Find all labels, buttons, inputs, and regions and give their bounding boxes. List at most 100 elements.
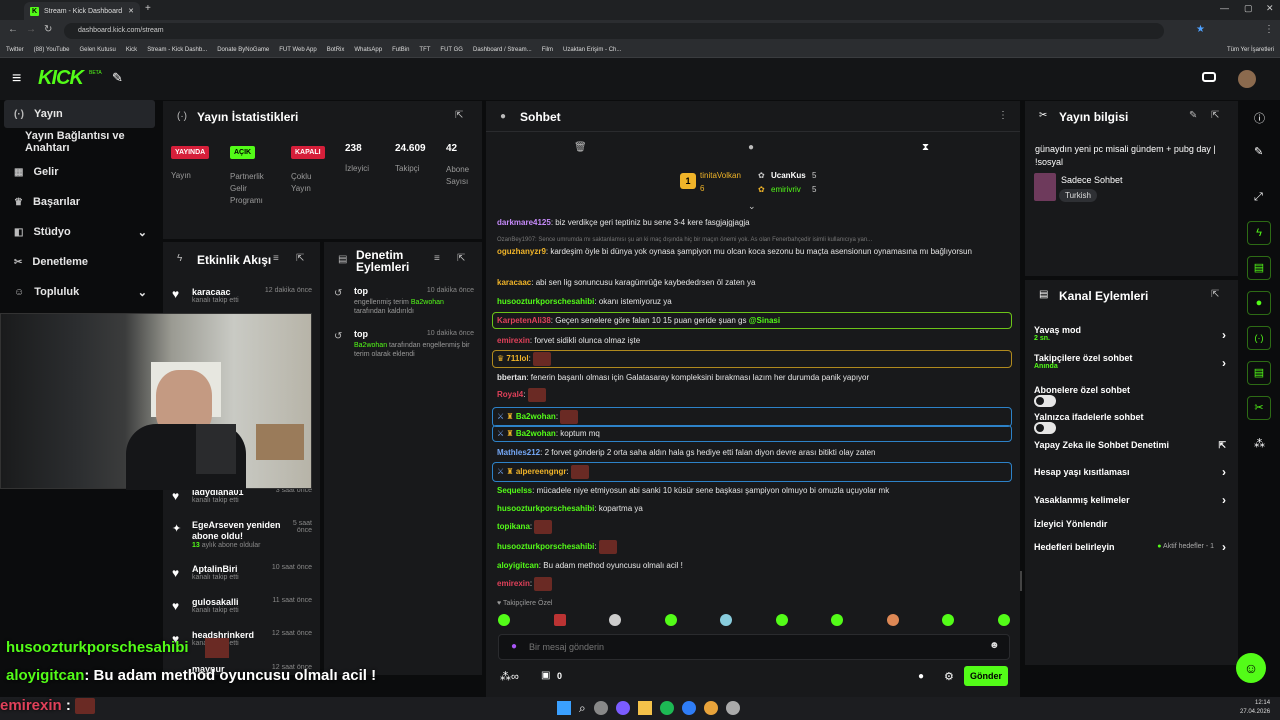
bookmark-item[interactable]: FutBin [392, 47, 409, 53]
chat-user[interactable]: KarpetenAli38 [497, 316, 551, 325]
kick-logo[interactable]: KICK [38, 67, 84, 90]
reload-icon[interactable]: ↻ [44, 24, 52, 35]
maximize-icon[interactable]: ▢ [1244, 3, 1253, 14]
chat-user[interactable]: Sequelss [497, 486, 532, 495]
sidebar-item-basarilar[interactable]: ♛ Başarılar [4, 188, 155, 216]
mod-target[interactable]: Ba2wohan [354, 342, 387, 349]
tag-chip[interactable]: Turkish [1059, 189, 1097, 202]
new-tab-icon[interactable]: + [145, 3, 151, 14]
emote-icon[interactable] [886, 614, 899, 626]
chat-user[interactable]: aloyigitcan [497, 561, 539, 570]
edit-icon[interactable]: ✎ [1189, 110, 1197, 121]
edit-icon[interactable]: ✎ [1254, 145, 1263, 158]
gift-box-icon[interactable]: ▣ [541, 670, 550, 681]
emote-icon[interactable] [831, 614, 844, 626]
chat-input-box[interactable]: ● ☻ [498, 634, 1010, 660]
address-bar[interactable]: dashboard.kick.com/stream [64, 23, 1164, 39]
chrome-icon[interactable] [703, 701, 718, 715]
action-goals[interactable]: Hedefleri belirleyin ● Aktif hedefler - … [1034, 540, 1226, 554]
undo-icon[interactable]: ↺ [334, 331, 342, 342]
menu-dots-icon[interactable]: ⋮ [998, 110, 1008, 121]
popout-icon[interactable]: ⇱ [1211, 110, 1219, 121]
chat-user[interactable]: bbertan [497, 373, 526, 382]
undo-icon[interactable]: ↺ [334, 288, 342, 299]
category-name[interactable]: Sadece Sohbet [1061, 175, 1123, 185]
avatar[interactable] [1238, 70, 1256, 88]
bookmark-item[interactable]: Kick [126, 47, 137, 53]
hourglass-icon[interactable]: ⧗ [922, 142, 929, 153]
trash-icon[interactable]: 🗑 [574, 142, 587, 153]
all-bookmarks[interactable]: Tüm Yer İşaretleri [1227, 47, 1274, 53]
bookmark-item[interactable]: TFT [419, 47, 430, 53]
scrollbar[interactable] [1020, 571, 1022, 591]
chat-user[interactable]: husoozturkporschesahibi [497, 297, 594, 306]
filter-icon[interactable]: ≡ [273, 253, 279, 264]
bookmark-item[interactable]: Donate ByNoGame [217, 47, 269, 53]
sidebar-item-yayin[interactable]: (·) Yayın [4, 100, 155, 128]
back-icon[interactable]: ← [8, 24, 18, 35]
top-gifter-name[interactable]: emirivriv [771, 185, 801, 194]
live-view-icon[interactable] [1202, 72, 1216, 82]
discord-icon[interactable] [615, 701, 630, 715]
info-icon[interactable]: ⓘ [1254, 110, 1265, 126]
reply-preview[interactable]: OzanBey1907: Sence umrumda mı saktanlamı… [497, 235, 1012, 246]
wrench-icon[interactable]: ✂ [1247, 396, 1271, 420]
folder-icon[interactable] [637, 701, 652, 715]
chevron-down-icon[interactable]: ⌄ [748, 201, 756, 212]
sidebar-item-topluluk[interactable]: ☺ Topluluk ⌄ [4, 278, 155, 306]
emoji-icon[interactable]: ☻ [989, 640, 1000, 651]
filter-icon[interactable]: ≡ [434, 253, 440, 264]
chat-user[interactable]: husoozturkporschesahibi [497, 542, 594, 551]
send-button[interactable]: Gönder [964, 666, 1008, 686]
chat-user[interactable]: Mathles212 [497, 448, 540, 457]
popout-icon[interactable]: ⇱ [457, 253, 465, 264]
chat-user[interactable]: topikana [497, 522, 530, 531]
bookmark-item[interactable]: Uzaktan Erişim - Ch... [563, 47, 621, 53]
clipboard-icon[interactable]: ▤ [1247, 256, 1271, 280]
microphone-icon[interactable]: ● [511, 641, 517, 652]
chat-user[interactable]: alpereengngr [516, 467, 567, 476]
top-gifter-name[interactable]: UcanKus [771, 171, 806, 180]
chat-user[interactable]: emirexin [497, 579, 530, 588]
spotify-icon[interactable] [659, 701, 674, 715]
emote-only-toggle[interactable] [1034, 422, 1056, 434]
chat-user[interactable]: Royal4 [497, 390, 523, 399]
chat-user[interactable]: karacaac [497, 278, 531, 287]
popout-icon[interactable]: ⇱ [1211, 289, 1219, 300]
hamburger-menu-icon[interactable]: ≡ [12, 70, 21, 88]
sidebar-item-stream-key[interactable]: Yayın Bağlantısı ve Anahtarı [4, 128, 164, 156]
clock[interactable]: 12:14 27.04.2026 [1240, 699, 1270, 717]
bookmark-item[interactable]: BotRix [327, 47, 345, 53]
chat-user[interactable]: Ba2wohan [516, 412, 556, 421]
chat-mention[interactable]: @Sinasi [749, 316, 780, 325]
top-gifter-name[interactable]: tinitaVolkan [700, 171, 741, 180]
chat-input[interactable] [529, 639, 969, 655]
action-ai-moderation[interactable]: Yapay Zeka ile Sohbet Denetimi ⇱ [1034, 440, 1226, 450]
emote-icon[interactable] [720, 614, 733, 626]
mod-target[interactable]: Ba2wohan [411, 299, 444, 306]
chat-user[interactable]: Ba2wohan [516, 429, 556, 438]
bookmark-item[interactable]: FUT Web App [279, 47, 316, 53]
bookmark-item[interactable]: WhatsApp [354, 47, 382, 53]
menu-dots-icon[interactable]: ⋮ [1264, 24, 1274, 35]
emote-icon[interactable] [942, 614, 955, 626]
action-slow-mode[interactable]: Yavaş mod 2 sn. › [1034, 325, 1226, 342]
chat-bubble-icon[interactable]: ● [918, 671, 924, 682]
bookmark-item[interactable]: Dashboard / Stream... [473, 47, 532, 53]
close-tab-icon[interactable]: ✕ [128, 7, 134, 15]
close-window-icon[interactable]: ✕ [1266, 3, 1274, 14]
windows-start-icon[interactable] [557, 701, 571, 715]
popout-icon[interactable]: ⇱ [455, 110, 463, 121]
sidebar-item-denetleme[interactable]: ✂ Denetleme [4, 248, 155, 276]
pin-icon[interactable]: ✎ [112, 70, 123, 86]
minimize-icon[interactable]: — [1220, 3, 1229, 13]
action-followers-only[interactable]: Takipçilere özel sohbet Anında › [1034, 353, 1226, 370]
gear-icon[interactable]: ⚙ [944, 670, 954, 683]
bookmark-item[interactable]: (88) YouTube [34, 47, 70, 53]
bookmark-item[interactable]: Stream - Kick Dashb... [147, 47, 207, 53]
emote-icon[interactable] [775, 614, 788, 626]
app-icon[interactable] [681, 701, 696, 715]
add-widget-icon[interactable]: ⁂ [1254, 437, 1265, 450]
chat-user[interactable]: darkmare4125 [497, 218, 551, 227]
emote-icon[interactable] [609, 614, 622, 626]
